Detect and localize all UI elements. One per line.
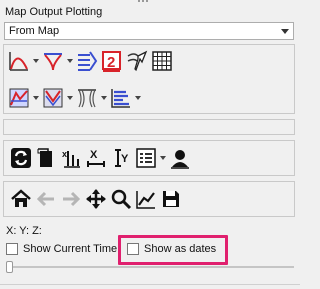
svg-text:X: X [90, 149, 98, 161]
pan-move-icon[interactable] [85, 188, 107, 210]
multi-funnel-icon[interactable] [42, 87, 64, 109]
highlight-box [118, 235, 228, 265]
stacked-bars-icon[interactable] [110, 87, 132, 109]
source-select-value: From Map [9, 25, 60, 37]
home-icon[interactable] [10, 188, 32, 210]
funnel-plot-icon[interactable] [42, 50, 64, 72]
chevron-down-icon [281, 29, 289, 34]
y-error-icon[interactable]: Y [110, 147, 132, 169]
zoom-magnifier-icon[interactable] [110, 188, 132, 210]
forward-arrow-icon[interactable] [60, 188, 82, 210]
empty-options-group [3, 119, 295, 135]
options-list-icon[interactable] [135, 147, 157, 169]
plot-toolbar-2 [8, 87, 144, 109]
save-disk-icon[interactable] [160, 188, 182, 210]
show-current-time-label: Show Current Time [23, 243, 118, 255]
number-two-icon[interactable]: 2 [101, 50, 123, 72]
document-icon[interactable] [35, 147, 57, 169]
chevron-down-icon[interactable] [67, 50, 73, 72]
show-current-time-checkbox[interactable]: Show Current Time [6, 243, 117, 255]
refresh-icon[interactable] [10, 147, 32, 169]
svg-text:2: 2 [107, 54, 115, 71]
chevron-down-icon[interactable] [33, 87, 39, 109]
chevron-down-icon[interactable] [160, 147, 166, 169]
area-chart-icon[interactable] [8, 87, 30, 109]
person-icon[interactable] [169, 147, 191, 169]
chevron-down-icon[interactable] [135, 87, 141, 109]
x-error-icon[interactable]: X [85, 147, 107, 169]
source-select[interactable]: From Map [4, 22, 294, 40]
coordinates-readout: X: Y: Z: [6, 225, 42, 237]
trend-chart-icon[interactable] [135, 188, 157, 210]
navigation-toolbar [10, 188, 185, 210]
chevron-down-icon[interactable] [67, 87, 73, 109]
x-axis-plot-icon[interactable]: x [60, 147, 82, 169]
curtain-icon[interactable] [76, 87, 98, 109]
svg-text:x: x [62, 149, 67, 159]
panel-title: Map Output Plotting [5, 6, 103, 18]
panel-grip[interactable] [0, 0, 300, 4]
chevron-down-icon[interactable] [33, 50, 39, 72]
cursor-select-icon[interactable] [126, 50, 148, 72]
plot-toolbar-3: x X Y [10, 147, 194, 169]
time-slider-handle[interactable] [6, 261, 13, 273]
chevron-down-icon[interactable] [101, 87, 107, 109]
back-arrow-icon[interactable] [35, 188, 57, 210]
line-plot-icon[interactable] [8, 50, 30, 72]
grid-table-icon[interactable] [151, 50, 173, 72]
time-slider[interactable] [6, 266, 294, 268]
checkbox-box[interactable] [6, 243, 18, 255]
series-align-icon[interactable] [76, 50, 98, 72]
svg-text:Y: Y [121, 153, 129, 165]
plot-toolbar-1: 2 [8, 50, 176, 72]
panel-bottom-divider [0, 284, 300, 285]
